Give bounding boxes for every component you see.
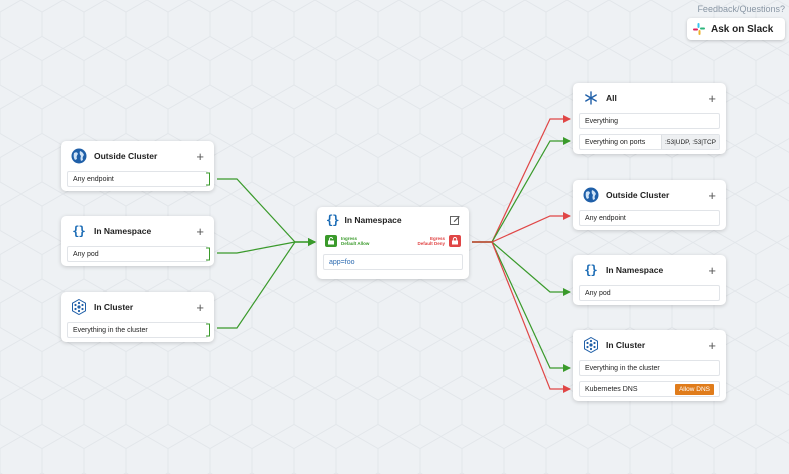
edge-egress-everything xyxy=(472,115,571,243)
ingress-card-in-namespace[interactable]: {} In Namespace + Any pod xyxy=(61,216,214,266)
add-button[interactable]: + xyxy=(196,225,204,238)
ingress-card-outside-cluster[interactable]: Outside Cluster + Any endpoint xyxy=(61,141,214,191)
edge-egress-outside xyxy=(472,212,571,243)
add-button[interactable]: + xyxy=(708,92,716,105)
peer-row[interactable]: Any endpoint xyxy=(67,171,210,187)
slack-icon xyxy=(693,23,705,35)
edge-egress-dns xyxy=(472,241,571,393)
add-button[interactable]: + xyxy=(196,301,204,314)
card-title: In Cluster xyxy=(606,340,646,350)
peer-row[interactable]: Everything on ports :53|UDP, :53|TCP xyxy=(579,134,720,150)
peer-row[interactable]: Kubernetes DNS Allow DNS xyxy=(579,381,720,397)
edge-egress-cluster xyxy=(472,241,571,372)
cluster-icon xyxy=(70,299,87,316)
egress-default-deny[interactable]: Egress Default Deny xyxy=(417,235,461,247)
locked-icon xyxy=(449,235,461,247)
peer-row[interactable]: Any pod xyxy=(67,246,210,262)
globe-icon xyxy=(70,148,87,165)
pod-selector[interactable]: app=foo xyxy=(323,254,463,270)
policy-card-in-namespace[interactable]: {} In Namespace Ingress Default Allow Egr… xyxy=(317,207,469,279)
connection-port[interactable] xyxy=(206,172,210,186)
egress-card-outside-cluster[interactable]: Outside Cluster + Any endpoint xyxy=(573,180,726,230)
egress-card-in-namespace[interactable]: {} In Namespace + Any pod xyxy=(573,255,726,305)
egress-card-all[interactable]: All + Everything Everything on ports :53… xyxy=(573,83,726,154)
add-button[interactable]: + xyxy=(708,189,716,202)
allow-dns-badge[interactable]: Allow DNS xyxy=(674,383,714,395)
namespace-braces-icon: {} xyxy=(584,263,597,277)
peer-row[interactable]: Any pod xyxy=(579,285,720,301)
globe-icon xyxy=(582,187,599,204)
namespace-braces-icon: {} xyxy=(72,224,85,238)
add-button[interactable]: + xyxy=(708,264,716,277)
feedback-label: Feedback/Questions? xyxy=(697,4,785,14)
add-button[interactable]: + xyxy=(196,150,204,163)
card-title: Outside Cluster xyxy=(606,190,670,200)
asterisk-icon xyxy=(582,90,599,107)
ask-on-slack-button[interactable]: Ask on Slack xyxy=(687,18,785,40)
edit-icon[interactable] xyxy=(450,215,460,225)
edge-egress-ports xyxy=(472,137,571,243)
egress-card-in-cluster[interactable]: In Cluster + Everything in the cluster K… xyxy=(573,330,726,401)
card-title: In Cluster xyxy=(94,302,134,312)
connection-port[interactable] xyxy=(206,323,210,337)
peer-row[interactable]: Everything in the cluster xyxy=(579,360,720,376)
card-title: In Namespace xyxy=(606,265,664,275)
card-title: In Namespace xyxy=(94,226,152,236)
card-title: All xyxy=(606,93,617,103)
edge-ingress-namespace xyxy=(217,238,316,254)
peer-row[interactable]: Everything xyxy=(579,113,720,129)
policy-title: In Namespace xyxy=(344,215,402,225)
peer-row[interactable]: Everything in the cluster xyxy=(67,322,210,338)
edge-ingress-outside xyxy=(217,178,316,246)
edge-egress-namespace xyxy=(472,241,571,296)
ingress-card-in-cluster[interactable]: In Cluster + Everything in the cluster xyxy=(61,292,214,342)
peer-row[interactable]: Any endpoint xyxy=(579,210,720,226)
namespace-braces-icon: {} xyxy=(326,213,339,227)
connection-port[interactable] xyxy=(206,247,210,261)
unlocked-icon xyxy=(325,235,337,247)
ports-tag: :53|UDP, :53|TCP xyxy=(661,135,719,149)
add-button[interactable]: + xyxy=(708,339,716,352)
edge-ingress-cluster xyxy=(217,238,316,329)
cluster-icon xyxy=(582,337,599,354)
ingress-default-allow[interactable]: Ingress Default Allow xyxy=(325,235,369,247)
card-title: Outside Cluster xyxy=(94,151,158,161)
